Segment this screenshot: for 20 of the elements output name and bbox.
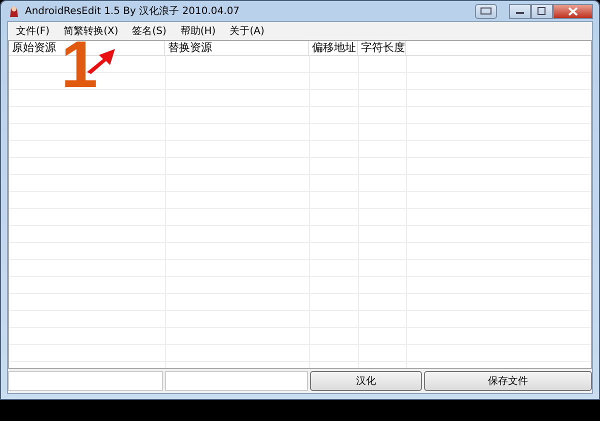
menu-item[interactable]: 签名(S) (132, 24, 166, 38)
input-field[interactable] (8, 371, 163, 391)
menu-item[interactable]: 帮助(H) (180, 24, 216, 38)
menu-item[interactable]: 文件(F) (16, 24, 50, 38)
minimize-button[interactable] (509, 4, 531, 18)
close-icon (568, 6, 578, 16)
column-header[interactable]: 替换资源 (165, 41, 309, 55)
column-header[interactable]: 字符长度 (358, 41, 406, 55)
localize-button[interactable]: 汉化 (310, 371, 422, 391)
close-button[interactable] (553, 4, 593, 18)
maximize-button[interactable] (531, 4, 553, 18)
input-field[interactable] (165, 371, 308, 391)
rectangle-icon (480, 7, 492, 15)
column-header[interactable]: 偏移地址 (309, 41, 358, 55)
app-icon (7, 4, 21, 18)
window-title: AndroidResEdit 1.5 By 汉化浪子 2010.04.07 (25, 4, 240, 18)
maximize-icon (537, 7, 547, 15)
window-button[interactable] (475, 4, 497, 18)
save-file-button[interactable]: 保存文件 (424, 371, 592, 391)
menu-item[interactable]: 关于(A) (230, 24, 264, 38)
